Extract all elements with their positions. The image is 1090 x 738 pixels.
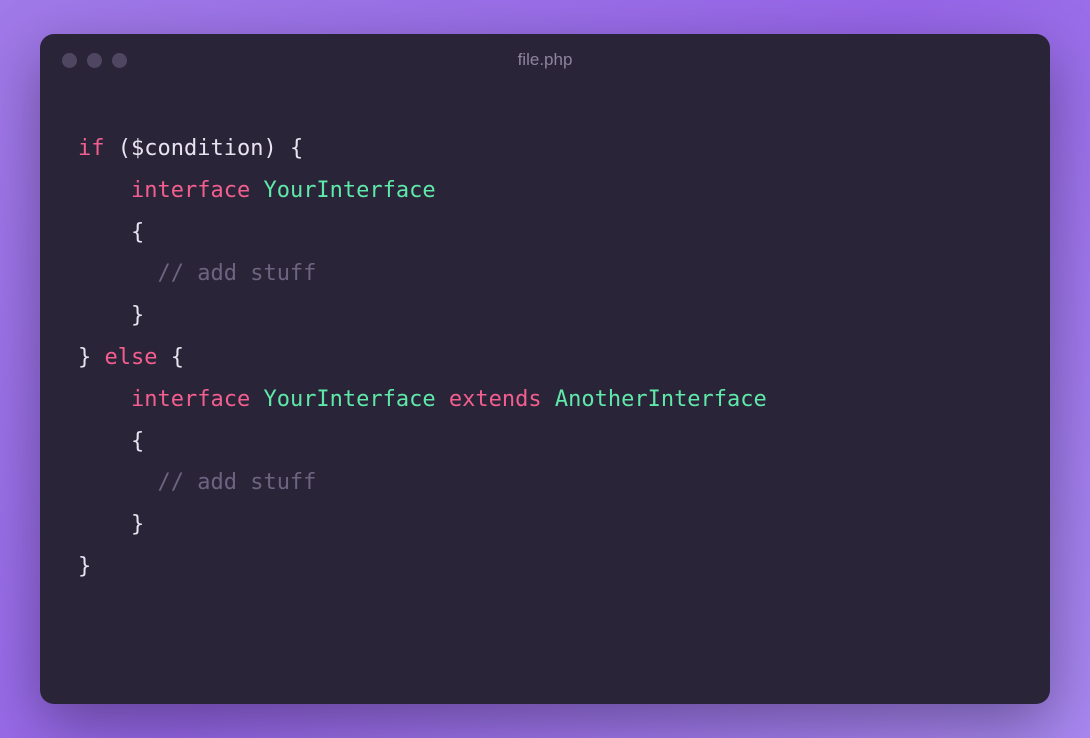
- token-variable: $condition: [131, 136, 263, 161]
- token-keyword: else: [105, 345, 158, 370]
- token-punct: }: [78, 345, 91, 370]
- token-punct: }: [131, 303, 144, 328]
- code-line: // add stuff: [78, 253, 1012, 295]
- token-space: [78, 303, 131, 328]
- token-space: [436, 387, 449, 412]
- close-icon[interactable]: [62, 53, 77, 68]
- code-line: }: [78, 295, 1012, 337]
- token-space: [91, 345, 104, 370]
- token-space: [250, 387, 263, 412]
- token-space: [78, 387, 131, 412]
- code-editor[interactable]: if ($condition) { interface YourInterfac…: [40, 86, 1050, 704]
- window-controls: [62, 53, 127, 68]
- code-line: if ($condition) {: [78, 128, 1012, 170]
- window-title: file.php: [518, 50, 573, 70]
- token-punct: {: [171, 345, 184, 370]
- token-punct: }: [131, 512, 144, 537]
- token-keyword: if: [78, 136, 105, 161]
- token-paren: ): [263, 136, 276, 161]
- token-type: YourInterface: [263, 387, 435, 412]
- code-line: {: [78, 212, 1012, 254]
- token-space: [78, 429, 131, 454]
- token-keyword: interface: [131, 178, 250, 203]
- token-punct: {: [131, 429, 144, 454]
- token-punct: {: [131, 220, 144, 245]
- token-punct: {: [290, 136, 303, 161]
- code-line: interface YourInterface: [78, 170, 1012, 212]
- titlebar: file.php: [40, 34, 1050, 86]
- maximize-icon[interactable]: [112, 53, 127, 68]
- code-line: }: [78, 504, 1012, 546]
- token-space: [78, 512, 131, 537]
- minimize-icon[interactable]: [87, 53, 102, 68]
- token-space: [542, 387, 555, 412]
- token-space: [157, 345, 170, 370]
- code-line: {: [78, 421, 1012, 463]
- token-space: [105, 136, 118, 161]
- token-comment: // add stuff: [157, 261, 316, 286]
- token-paren: (: [118, 136, 131, 161]
- token-space: [78, 470, 157, 495]
- token-space: [250, 178, 263, 203]
- token-space: [78, 261, 157, 286]
- token-space: [277, 136, 290, 161]
- token-space: [78, 220, 131, 245]
- code-line: interface YourInterface extends AnotherI…: [78, 379, 1012, 421]
- token-space: [78, 178, 131, 203]
- editor-window: file.php if ($condition) { interface You…: [40, 34, 1050, 704]
- code-line: } else {: [78, 337, 1012, 379]
- code-line: // add stuff: [78, 462, 1012, 504]
- token-type: YourInterface: [263, 178, 435, 203]
- token-keyword: extends: [449, 387, 542, 412]
- token-keyword: interface: [131, 387, 250, 412]
- token-punct: }: [78, 554, 91, 579]
- token-comment: // add stuff: [157, 470, 316, 495]
- token-type: AnotherInterface: [555, 387, 767, 412]
- code-line: }: [78, 546, 1012, 588]
